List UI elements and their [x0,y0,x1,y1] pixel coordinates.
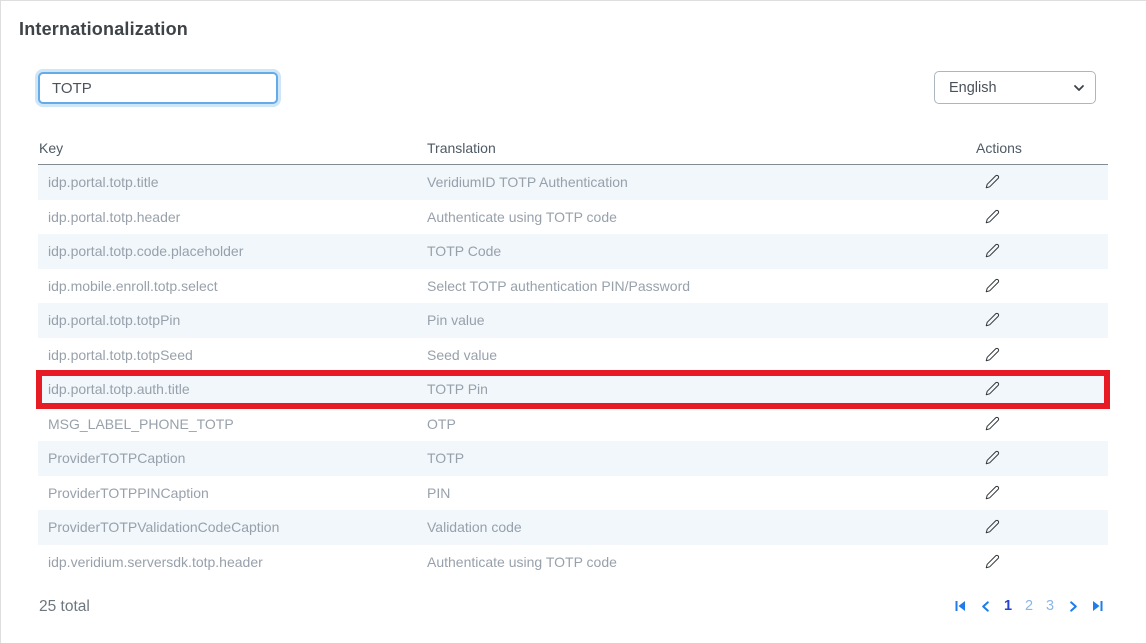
column-header-translation: Translation [424,140,976,156]
table-row: idp.portal.totp.title VeridiumID TOTP Au… [38,165,1108,200]
translations-table: Key Translation Actions idp.portal.totp.… [38,131,1108,579]
column-header-actions: Actions [976,140,1108,156]
row-key: idp.portal.totp.auth.title [38,381,424,397]
table-row: idp.portal.totp.code.placeholder TOTP Co… [38,234,1108,269]
row-key: idp.veridium.serversdk.totp.header [38,554,424,570]
last-page-button[interactable] [1090,598,1106,614]
row-actions [976,448,1108,468]
table-row: ProviderTOTPValidationCodeCaption Valida… [38,510,1108,545]
total-count: 25 total [39,598,90,616]
language-select-wrap: English [934,71,1096,104]
table-row: ProviderTOTPPINCaption PIN [38,476,1108,511]
edit-button[interactable] [983,345,1002,364]
previous-page-icon [980,601,991,612]
pencil-icon [985,485,1000,500]
pencil-icon [985,174,1000,189]
edit-button[interactable] [983,276,1002,295]
edit-button[interactable] [983,207,1002,226]
row-actions [976,172,1108,192]
row-key: idp.portal.totp.title [38,174,424,190]
row-translation: Select TOTP authentication PIN/Password [424,278,976,294]
pencil-icon [985,312,1000,327]
edit-button[interactable] [983,310,1002,329]
row-translation: Pin value [424,312,976,328]
row-translation: Authenticate using TOTP code [424,554,976,570]
row-actions [976,414,1108,434]
pencil-icon [985,209,1000,224]
search-input[interactable] [38,72,278,104]
last-page-icon [1092,600,1104,612]
row-key: idp.mobile.enroll.totp.select [38,278,424,294]
previous-page-button[interactable] [977,598,993,614]
row-key: ProviderTOTPPINCaption [38,485,424,501]
row-actions [976,483,1108,503]
row-key: idp.portal.totp.totpSeed [38,347,424,363]
row-translation: Validation code [424,519,976,535]
table-row: idp.portal.totp.totpSeed Seed value [38,338,1108,373]
row-actions [976,345,1108,365]
row-actions [976,517,1108,537]
row-key: idp.portal.totp.code.placeholder [38,243,424,259]
edit-button[interactable] [983,241,1002,260]
row-translation: TOTP Pin [424,381,976,397]
row-translation: TOTP [424,450,976,466]
page-number-3[interactable]: 3 [1044,598,1056,614]
page-title: Internationalization [19,19,188,40]
edit-button[interactable] [983,552,1002,571]
row-actions [976,207,1108,227]
pencil-icon [985,278,1000,293]
table-row: idp.portal.totp.header Authenticate usin… [38,200,1108,235]
table-row: ProviderTOTPCaption TOTP [38,441,1108,476]
row-key: idp.portal.totp.header [38,209,424,225]
row-actions [976,310,1108,330]
row-actions [976,552,1108,572]
row-actions [976,379,1108,399]
row-actions [976,241,1108,261]
edit-button[interactable] [983,172,1002,191]
first-page-icon [954,600,966,612]
row-translation: VeridiumID TOTP Authentication [424,174,976,190]
edit-button[interactable] [983,414,1002,433]
edit-button[interactable] [983,483,1002,502]
table-row: MSG_LABEL_PHONE_TOTP OTP [38,407,1108,442]
row-translation: PIN [424,485,976,501]
pagination: 1 2 3 [952,598,1106,614]
pencil-icon [985,519,1000,534]
row-translation: Seed value [424,347,976,363]
table-row: idp.mobile.enroll.totp.select Select TOT… [38,269,1108,304]
table-body: idp.portal.totp.title VeridiumID TOTP Au… [38,165,1108,579]
row-key: ProviderTOTPCaption [38,450,424,466]
next-page-icon [1068,601,1079,612]
table-row: idp.portal.totp.totpPin Pin value [38,303,1108,338]
row-translation: TOTP Code [424,243,976,259]
table-header: Key Translation Actions [38,131,1108,165]
edit-button[interactable] [983,517,1002,536]
edit-button[interactable] [983,379,1002,398]
page-number-1[interactable]: 1 [1002,598,1014,614]
row-translation: Authenticate using TOTP code [424,209,976,225]
pencil-icon [985,450,1000,465]
table-row: idp.portal.totp.auth.title TOTP Pin [38,372,1108,407]
next-page-button[interactable] [1065,598,1081,614]
first-page-button[interactable] [952,598,968,614]
edit-button[interactable] [983,448,1002,467]
row-key: idp.portal.totp.totpPin [38,312,424,328]
row-translation: OTP [424,416,976,432]
language-select[interactable]: English [934,71,1096,104]
pencil-icon [985,243,1000,258]
column-header-key: Key [38,140,424,156]
row-actions [976,276,1108,296]
pencil-icon [985,416,1000,431]
pencil-icon [985,347,1000,362]
pencil-icon [985,554,1000,569]
table-row: idp.veridium.serversdk.totp.header Authe… [38,545,1108,580]
row-key: MSG_LABEL_PHONE_TOTP [38,416,424,432]
page-number-2[interactable]: 2 [1023,598,1035,614]
pencil-icon [985,381,1000,396]
row-key: ProviderTOTPValidationCodeCaption [38,519,424,535]
